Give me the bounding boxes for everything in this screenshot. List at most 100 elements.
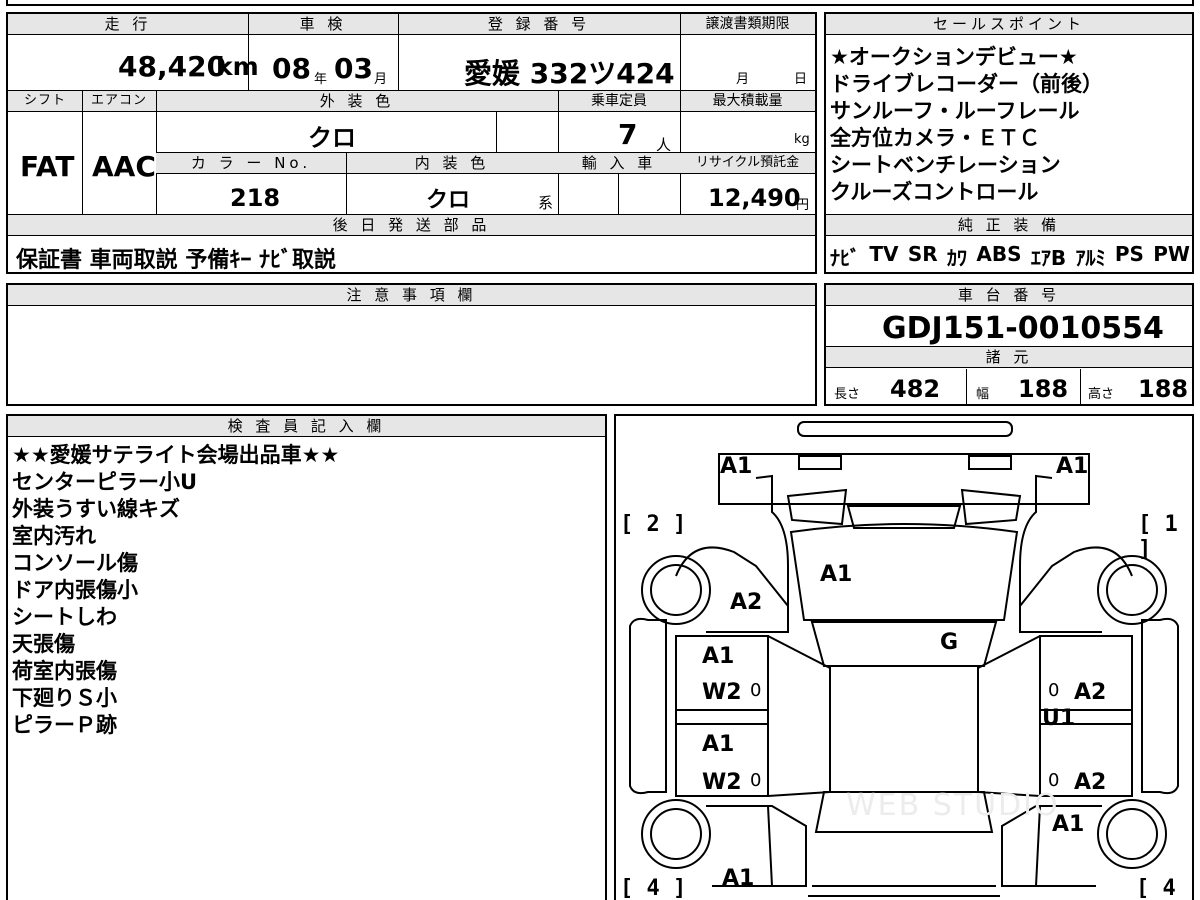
windshield-mark: G xyxy=(940,630,959,655)
recycle-unit: 円 xyxy=(796,198,810,213)
shift-value: FAT xyxy=(20,150,75,183)
top-cutoff-row xyxy=(6,0,1194,6)
equipment-item: ｶﾜ xyxy=(947,246,968,270)
colorno-value: 218 xyxy=(230,184,281,212)
inspector-line: 外装うすい線キズ xyxy=(12,497,180,521)
inspector-line: シートしわ xyxy=(12,605,117,629)
inspector-line: ドア内張傷小 xyxy=(12,578,138,602)
left-rear-door-mark: A1 xyxy=(702,732,735,757)
inspector-line: 天張傷 xyxy=(12,632,75,656)
shaken-year: 08 xyxy=(272,52,311,85)
chassis-box: 車 台 番 号 GDJ151-0010554 諸 元 長さ 482 幅 188 … xyxy=(824,283,1194,406)
tire-rear-right-label: [ 4 ] xyxy=(1136,876,1176,900)
colorno-header: カ ラ ー No. xyxy=(156,153,346,174)
sales-point-item: ★オークションデビュー★ xyxy=(830,45,1078,69)
exterior-header: 外 装 色 xyxy=(156,91,558,112)
import-header: 輸 入 車 xyxy=(558,153,680,174)
interior-header: 内 装 色 xyxy=(346,153,558,174)
aircon-value: AAC xyxy=(92,150,156,183)
rear-left-mark: A1 xyxy=(722,866,755,891)
later-parts-header: 後 日 発 送 部 品 xyxy=(8,215,815,236)
maxload-unit: kg xyxy=(794,132,810,147)
width-label: 幅 xyxy=(976,387,990,402)
equipment-item: ｴｱB xyxy=(1030,246,1067,270)
front-bumper-left-mark: A1 xyxy=(720,454,753,479)
sales-point-list: ★オークションデビュー★ ドライブレコーダー（前後） サンルーフ・ルーフレール … xyxy=(830,44,1103,206)
capacity-value: 7 xyxy=(618,118,638,151)
vehicle-info-box: 走 行 車 検 登 録 番 号 譲渡書類期限 48,420 km 08 年 03… xyxy=(6,12,817,274)
equipment-list: ﾅﾋﾞ TV SR ｶﾜ ABS ｴｱB ｱﾙﾐ PS PW xyxy=(830,242,1190,271)
left-front-door-mark-2: W2 xyxy=(702,680,742,705)
height-value: 188 xyxy=(1138,375,1189,403)
shaken-month-unit: 月 xyxy=(374,72,388,87)
registration-value: 愛媛 332ツ424 xyxy=(464,57,675,90)
mileage-value: 48,420 xyxy=(118,50,227,83)
right-front-door-mark: A2 xyxy=(1074,680,1107,705)
sales-point-item: サンルーフ・ルーフレール xyxy=(830,99,1080,123)
inspector-header: 検 査 員 記 入 欄 xyxy=(8,416,605,437)
mileage-header: 走 行 xyxy=(8,14,248,35)
left-fender-mark: A2 xyxy=(730,590,763,615)
shaken-year-unit: 年 xyxy=(314,72,328,87)
recycle-header: リサイクル預託金 xyxy=(680,153,815,174)
sales-point-header: セールスポイント xyxy=(826,14,1192,35)
deadline-day-unit: 日 xyxy=(794,72,808,87)
inspector-line: ★★愛媛サテライト会場出品車★★ xyxy=(12,443,340,467)
equipment-item: ﾅﾋﾞ xyxy=(830,246,860,270)
hood-mark: A1 xyxy=(820,562,853,587)
equipment-item: PS xyxy=(1114,242,1144,266)
height-label: 高さ xyxy=(1088,387,1115,402)
right-pillar-mark: U1 xyxy=(1042,706,1076,731)
tire-front-right-label: [ 1 ] xyxy=(1138,512,1178,562)
left-rear-door-mark-3: 0 xyxy=(750,770,762,791)
inspector-line: ピラーＰ跡 xyxy=(12,713,117,737)
inspector-line: コンソール傷 xyxy=(12,551,138,575)
inspector-notes: ★★愛媛サテライト会場出品車★★ センターピラー小U 外装うすい線キズ 室内汚れ… xyxy=(12,442,339,739)
maxload-header: 最大積載量 xyxy=(680,91,815,112)
length-label: 長さ xyxy=(834,387,861,402)
tire-front-left-label: [ 2 ] xyxy=(620,512,687,537)
sales-point-item: 全方位カメラ・ＥＴＣ xyxy=(830,126,1040,150)
exterior-value: クロ xyxy=(308,124,356,152)
specs-header: 諸 元 xyxy=(826,347,1192,368)
car-diagram-box: [ 2 ] [ 1 ] [ 4 ] [ 4 ] A1 A1 A1 A2 G A1… xyxy=(614,414,1194,900)
notes-header: 注 意 事 項 欄 xyxy=(8,285,815,306)
chassis-header: 車 台 番 号 xyxy=(826,285,1192,306)
chassis-number: GDJ151-0010554 xyxy=(882,311,1164,346)
left-front-door-mark: A1 xyxy=(702,644,735,669)
mileage-unit: km xyxy=(216,52,259,81)
inspector-line: 室内汚れ xyxy=(12,524,96,548)
equipment-item: PW xyxy=(1153,242,1190,266)
deadline-header: 譲渡書類期限 xyxy=(680,14,815,35)
tire-rear-left-label: [ 4 ] xyxy=(620,876,687,900)
sales-point-item: ドライブレコーダー（前後） xyxy=(830,72,1103,96)
equipment-item: TV xyxy=(869,242,899,266)
inspector-line: 下廻りＳ小 xyxy=(12,686,117,710)
front-bumper-right-mark: A1 xyxy=(1056,454,1089,479)
aircon-header: エアコン xyxy=(82,91,156,112)
right-front-door-mark-2: 0 xyxy=(1048,680,1060,701)
shift-header: シフト xyxy=(8,91,82,112)
inspector-line: 荷室内張傷 xyxy=(12,659,117,683)
notes-box: 注 意 事 項 欄 xyxy=(6,283,817,406)
sales-point-item: クルーズコントロール xyxy=(830,180,1039,204)
shaken-header: 車 検 xyxy=(248,14,398,35)
interior-value: クロ xyxy=(426,188,471,213)
later-parts-value: 保証書 車両取説 予備ｷｰ ﾅﾋﾞ取説 xyxy=(16,248,336,273)
recycle-value: 12,490 xyxy=(708,184,801,212)
sales-point-box: セールスポイント ★オークションデビュー★ ドライブレコーダー（前後） サンルー… xyxy=(824,12,1194,274)
inspector-box: 検 査 員 記 入 欄 ★★愛媛サテライト会場出品車★★ センターピラー小U 外… xyxy=(6,414,607,900)
equipment-header: 純 正 装 備 xyxy=(826,215,1192,236)
watermark: WEB STUDIO xyxy=(846,788,1060,823)
equipment-item: ABS xyxy=(976,242,1022,266)
length-value: 482 xyxy=(890,375,941,403)
registration-header: 登 録 番 号 xyxy=(398,14,680,35)
interior-suffix: 系 xyxy=(538,194,554,212)
equipment-item: ｱﾙﾐ xyxy=(1075,246,1106,270)
shaken-month: 03 xyxy=(334,52,373,85)
deadline-month-unit: 月 xyxy=(736,72,750,87)
capacity-header: 乗車定員 xyxy=(558,91,680,112)
inspector-line: センターピラー小U xyxy=(12,470,198,494)
right-rear-door-mark: A2 xyxy=(1074,770,1107,795)
equipment-item: SR xyxy=(907,242,938,266)
